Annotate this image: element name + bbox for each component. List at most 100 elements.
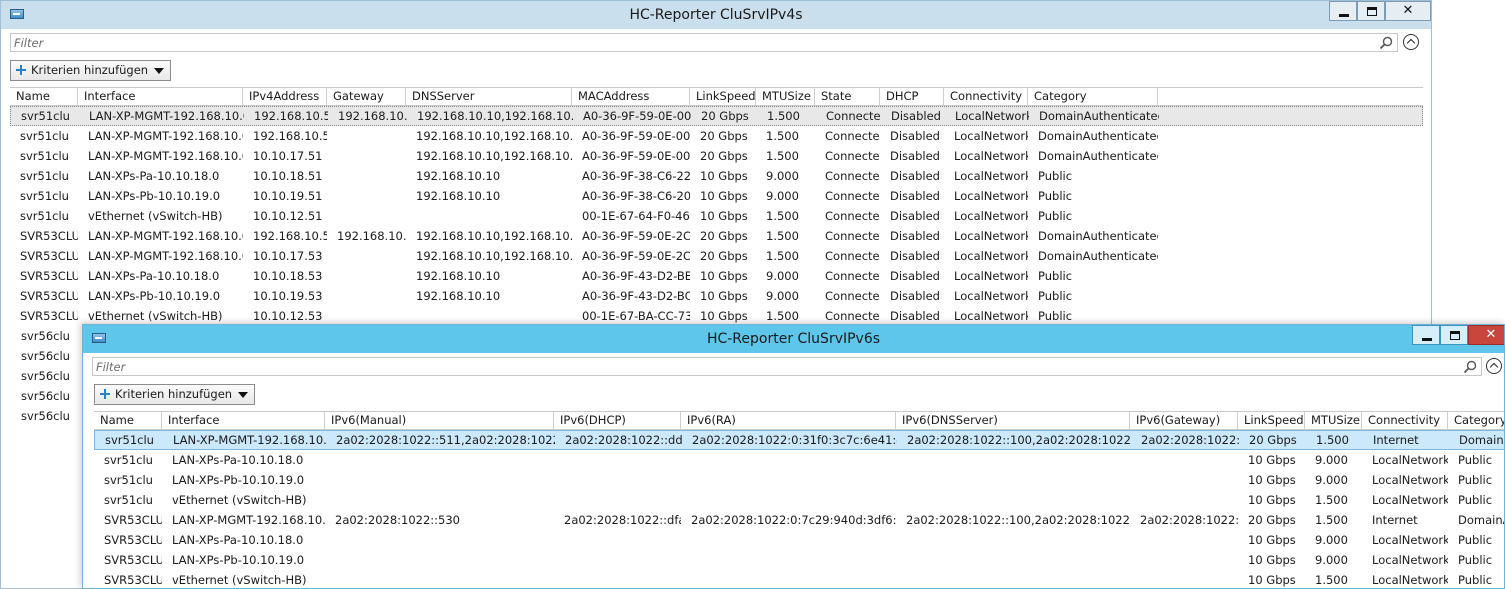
table-cell: svr51clu: [104, 453, 153, 467]
table-row[interactable]: SVR53CLU vEthernet (vSwitch-HB) 10 Gbps 1.5…: [94, 570, 1504, 588]
table-cell: [1130, 570, 1238, 588]
table-row[interactable]: SVR53CLU LAN-XPs-Pa-10.10.18.0 10.10.18.53…: [10, 266, 1423, 286]
column-header[interactable]: Interface: [162, 412, 325, 429]
table-cell: [327, 286, 406, 306]
column-header[interactable]: Name: [94, 412, 162, 429]
ipv6-filter-input[interactable]: [96, 359, 1457, 374]
maximize-button[interactable]: [1357, 1, 1385, 21]
column-header[interactable]: IPv6(Gateway): [1130, 412, 1238, 429]
list-item[interactable]: svr56clu: [1, 406, 70, 426]
table-cell: 192.168.10.1: [338, 109, 407, 123]
table-cell: [554, 550, 681, 570]
search-icon[interactable]: [1463, 360, 1477, 374]
table-cell: Connected: [825, 309, 880, 323]
table-row[interactable]: svr51clu LAN-XPs-Pa-10.10.18.0 10 Gbps 9.00…: [94, 450, 1504, 470]
column-header[interactable]: IPv6(Manual): [325, 412, 554, 429]
column-header[interactable]: IPv6(DNSServer): [896, 412, 1130, 429]
column-header[interactable]: Category: [1448, 412, 1504, 429]
table-row[interactable]: SVR53CLU LAN-XPs-Pb-10.10.19.0 10 Gbps 9.00…: [94, 550, 1504, 570]
table-cell: [896, 530, 1130, 550]
table-row[interactable]: svr51clu LAN-XP-MGMT-192.168.10.0 10.10.17…: [10, 146, 1423, 166]
list-item[interactable]: svr56clu: [1, 366, 70, 386]
table-cell: LocalNetwork: [954, 309, 1028, 323]
table-cell: 20 Gbps: [1248, 513, 1296, 527]
add-criteria-label: Kriterien hinzufügen: [31, 63, 149, 77]
column-header[interactable]: IPv4Address: [243, 88, 327, 105]
table-cell: SVR53CLU: [20, 309, 78, 323]
column-header[interactable]: Name: [10, 88, 78, 105]
table-row[interactable]: svr51clu LAN-XP-MGMT-192.168.10.0 2a02:202…: [94, 430, 1504, 450]
table-row[interactable]: svr51clu LAN-XP-MGMT-192.168.10.0 192.168.…: [10, 126, 1423, 146]
table-cell: 2a02:2028:1022:0:7c29:940d:3df6:8c58: [691, 513, 896, 527]
close-button[interactable]: ✕: [1468, 325, 1504, 345]
column-header[interactable]: State: [815, 88, 880, 105]
table-row[interactable]: SVR53CLU LAN-XP-MGMT-192.168.10.0 10.10.17…: [10, 246, 1423, 266]
plus-icon: [16, 65, 26, 75]
table-cell: 10 Gbps: [1248, 533, 1296, 547]
table-cell: 2a02:2028:1022::511,2a02:2028:1022::510: [336, 433, 555, 447]
table-cell: 10.10.19.51: [253, 189, 323, 203]
minimize-button[interactable]: [1329, 1, 1357, 21]
column-header[interactable]: LinkSpeed: [690, 88, 756, 105]
column-header[interactable]: Connectivity: [944, 88, 1028, 105]
list-item[interactable]: svr56clu: [1, 386, 70, 406]
table-row[interactable]: svr51clu vEthernet (vSwitch-HB) 10.10.12.5…: [10, 206, 1423, 226]
table-cell: 192.168.10.53: [253, 229, 327, 243]
column-header[interactable]: MACAddress: [572, 88, 690, 105]
table-cell: 10 Gbps: [1248, 453, 1296, 467]
add-criteria-button[interactable]: Kriterien hinzufügen: [94, 384, 256, 405]
column-header[interactable]: IPv6(DHCP): [554, 412, 681, 429]
table-cell: DomainAuthenticated: [1458, 513, 1504, 527]
add-criteria-label: Kriterien hinzufügen: [115, 387, 233, 401]
add-criteria-button[interactable]: Kriterien hinzufügen: [10, 60, 172, 81]
table-row[interactable]: SVR53CLU LAN-XPs-Pa-10.10.18.0 10 Gbps 9.00…: [94, 530, 1504, 550]
close-button[interactable]: ✕: [1385, 1, 1431, 21]
column-header[interactable]: MTUSize: [756, 88, 815, 105]
table-row[interactable]: SVR53CLU LAN-XPs-Pb-10.10.19.0 10.10.19.53…: [10, 286, 1423, 306]
column-header[interactable]: Gateway: [327, 88, 406, 105]
table-cell: LocalNetwork: [1372, 493, 1448, 507]
maximize-button[interactable]: [1440, 325, 1468, 345]
table-cell: DomainAuthenticated: [1038, 149, 1158, 163]
table-row[interactable]: SVR53CLU vEthernet (vSwitch-HB) 10.10.12.5…: [10, 306, 1423, 323]
table-header: Name Interface IPv6(Manual) IPv6(DHCP) IPv6(…: [94, 411, 1504, 430]
table-cell: LAN-XP-MGMT-192.168.10.0: [172, 513, 325, 527]
ipv6-titlebar[interactable]: HC-Reporter CluSrvIPv6s ✕: [83, 325, 1504, 353]
column-header[interactable]: DHCP: [880, 88, 944, 105]
column-header[interactable]: IPv6(RA): [681, 412, 896, 429]
column-header[interactable]: LinkSpeed: [1238, 412, 1305, 429]
table-cell: 2a02:2028:1022::100,2a02:2028:1022::1000: [907, 433, 1131, 447]
table-cell: vEthernet (vSwitch-HB): [172, 493, 307, 507]
search-icon[interactable]: [1379, 36, 1393, 50]
table-cell: 1.500: [1315, 493, 1348, 507]
table-cell: SVR53CLU: [104, 513, 162, 527]
ipv4-filter-input[interactable]: [14, 35, 1373, 50]
column-header[interactable]: Interface: [78, 88, 243, 105]
table-cell: 9.000: [766, 169, 799, 183]
column-header[interactable]: MTUSize: [1305, 412, 1362, 429]
collapse-filter-icon[interactable]: [1486, 358, 1502, 374]
table-cell: Public: [1458, 533, 1493, 547]
table-cell: 1.500: [766, 209, 799, 223]
collapse-filter-icon[interactable]: [1403, 34, 1419, 50]
table-cell: Connected: [826, 109, 881, 123]
table-cell: [327, 166, 406, 186]
table-row[interactable]: svr51clu vEthernet (vSwitch-HB) 10 Gbps 1.5…: [94, 490, 1504, 510]
column-header[interactable]: Connectivity: [1362, 412, 1448, 429]
column-header[interactable]: Category: [1028, 88, 1158, 105]
minimize-button[interactable]: [1412, 325, 1440, 345]
table-row[interactable]: svr51clu LAN-XPs-Pb-10.10.19.0 10.10.19.51…: [10, 186, 1423, 206]
column-header[interactable]: DNSServer: [406, 88, 572, 105]
table-cell: Disabled: [890, 289, 940, 303]
table-row[interactable]: svr51clu LAN-XPs-Pb-10.10.19.0 10 Gbps 9.00…: [94, 470, 1504, 490]
table-cell: 1.500: [766, 149, 799, 163]
table-row[interactable]: SVR53CLU LAN-XP-MGMT-192.168.10.0 192.168.…: [10, 226, 1423, 246]
table-cell: Connected: [825, 209, 880, 223]
table-row[interactable]: svr51clu LAN-XPs-Pa-10.10.18.0 10.10.18.51…: [10, 166, 1423, 186]
table-row[interactable]: SVR53CLU LAN-XP-MGMT-192.168.10.0 2a02:202…: [94, 510, 1504, 530]
list-item[interactable]: svr56clu: [1, 326, 70, 346]
ipv4-titlebar[interactable]: HC-Reporter CluSrvIPv4s ✕: [1, 1, 1431, 29]
table-cell: LocalNetwork: [954, 249, 1028, 263]
list-item[interactable]: svr56clu: [1, 346, 70, 366]
table-row[interactable]: svr51clu LAN-XP-MGMT-192.168.10.0 192.168.…: [10, 106, 1423, 126]
